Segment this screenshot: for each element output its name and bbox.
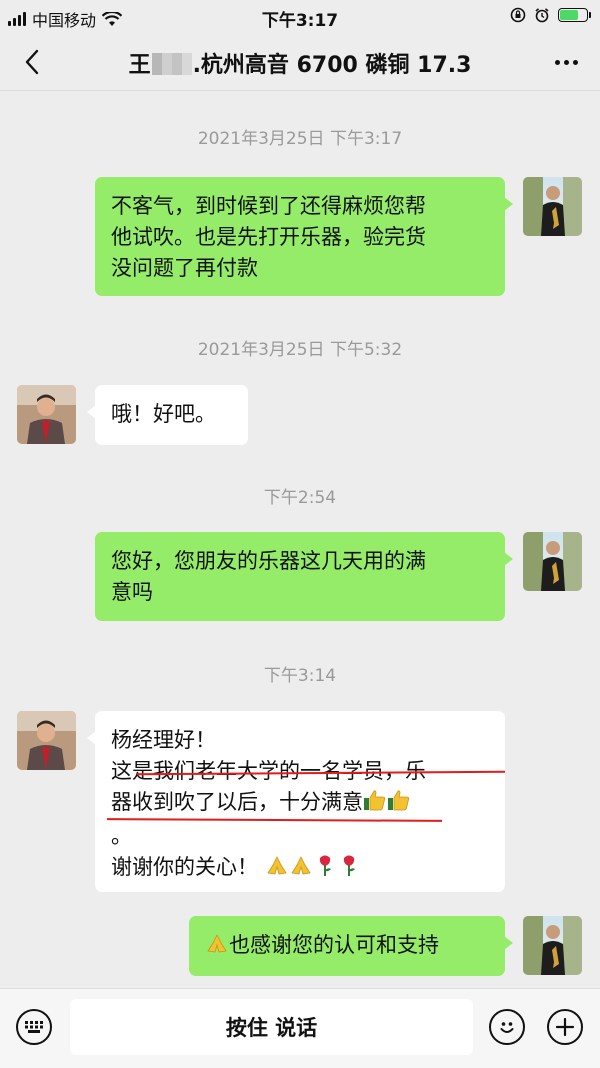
avatar[interactable] xyxy=(523,177,582,236)
folded-hands-icon xyxy=(289,853,313,886)
battery-level xyxy=(560,10,578,20)
message-bubble-incoming[interactable]: 杨经理好！ 这是我们老年大学的一名学员，乐 器收到吹了以后，十分满意 。 谢谢你… xyxy=(87,711,505,892)
folded-hands-icon xyxy=(205,931,229,964)
chat-title: 王 .杭州高音 6700 磷铜 17.3 xyxy=(60,47,540,79)
thumbs-up-icon xyxy=(363,788,387,821)
message-line: 也感谢您的认可和支持 xyxy=(205,930,489,964)
battery-icon xyxy=(558,8,591,22)
emoji-button[interactable] xyxy=(489,1009,525,1045)
timestamp: 下午3:14 xyxy=(263,666,337,686)
timestamp: 2021年3月25日 下午3:17 xyxy=(197,129,403,149)
message-bubble-outgoing[interactable]: 不客气，到时候到了还得麻烦您帮 他试吹。也是先打开乐器，验完货 没问题了再付款 xyxy=(95,177,513,296)
message-line: 器收到吹了以后，十分满意 xyxy=(111,787,489,821)
plus-icon xyxy=(556,1018,574,1036)
timestamp: 2021年3月25日 下午5:32 xyxy=(197,340,403,360)
alarm-icon xyxy=(535,8,549,23)
rose-icon xyxy=(313,853,337,886)
avatar[interactable] xyxy=(17,385,76,444)
status-right xyxy=(510,7,591,23)
message-line: 杨经理好！ xyxy=(111,728,216,752)
chat-title-prefix: 王 xyxy=(128,53,151,78)
hold-to-talk-button[interactable]: 按住 说话 xyxy=(70,999,473,1055)
message-line: 意吗 xyxy=(111,580,153,604)
message-line: 。 xyxy=(111,824,132,848)
rotation-lock-icon xyxy=(510,7,526,23)
message-bubble-incoming[interactable]: 哦！好吧。 xyxy=(87,385,248,445)
avatar[interactable] xyxy=(523,532,582,591)
chat-header: 王 .杭州高音 6700 磷铜 17.3 xyxy=(0,34,600,91)
folded-hands-icon xyxy=(265,853,289,886)
back-button[interactable] xyxy=(14,44,50,80)
status-bar: 中国移动 下午3:17 xyxy=(0,0,600,34)
message-line: 谢谢你的关心！ xyxy=(111,852,489,886)
keyboard-icon xyxy=(25,1021,43,1033)
avatar[interactable] xyxy=(17,711,76,770)
message-line-text: 谢谢你的关心！ xyxy=(111,855,258,879)
message-line-text: 器收到吹了以后，十分满意 xyxy=(111,790,363,814)
avatar[interactable] xyxy=(523,916,582,975)
message-line: 不客气，到时候到了还得麻烦您帮 xyxy=(111,194,426,218)
message-line: 他试吹。也是先打开乐器，验完货 xyxy=(111,225,426,249)
redacted-name xyxy=(151,53,192,75)
chat-title-suffix: .杭州高音 6700 磷铜 17.3 xyxy=(192,53,472,78)
message-bubble-outgoing[interactable]: 您好，您朋友的乐器这几天用的满 意吗 xyxy=(95,532,513,621)
more-button[interactable] xyxy=(546,46,586,78)
input-bar: 按住 说话 xyxy=(0,988,600,1068)
message-line-text: 也感谢您的认可和支持 xyxy=(229,933,439,957)
timestamp: 下午2:54 xyxy=(263,488,337,508)
plus-button[interactable] xyxy=(547,1009,583,1045)
smiley-icon xyxy=(500,1022,514,1033)
message-bubble-outgoing[interactable]: 也感谢您的认可和支持 xyxy=(189,916,513,976)
message-line: 您好，您朋友的乐器这几天用的满 xyxy=(111,549,426,573)
message-text: 哦！好吧。 xyxy=(111,402,216,426)
rose-icon xyxy=(337,853,361,886)
chevron-left-icon xyxy=(25,49,39,75)
thumbs-up-icon xyxy=(387,788,411,821)
message-line: 没问题了再付款 xyxy=(111,256,258,280)
keyboard-button[interactable] xyxy=(16,1009,52,1045)
